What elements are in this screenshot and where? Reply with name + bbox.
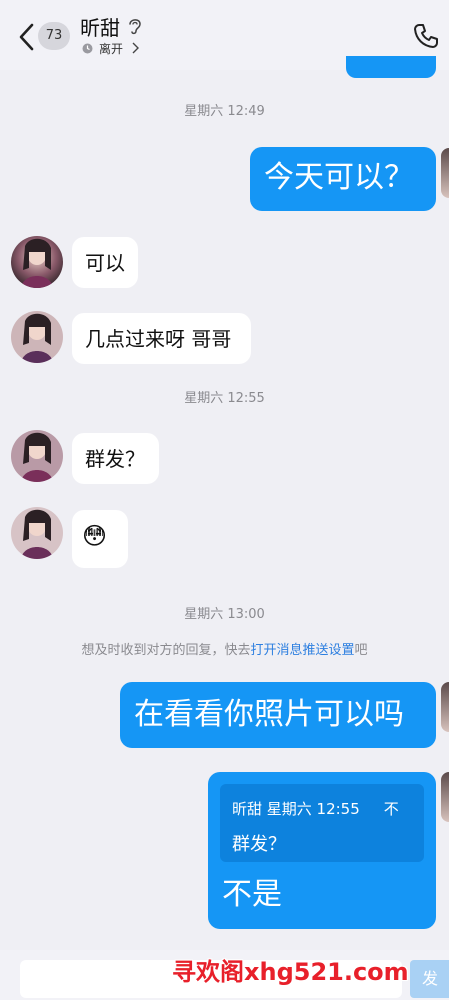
message-text: 今天可以？ — [264, 160, 414, 195]
message-text: 群发？ — [85, 447, 145, 471]
quote-tail: 不 — [383, 800, 399, 818]
push-notice: 想及时收到对方的回复，快去打开消息推送设置吧 — [0, 639, 449, 658]
flushed-emoji-icon: 😳 — [82, 522, 108, 550]
previous-message-bubble — [346, 56, 436, 78]
back-arrow-icon[interactable] — [14, 20, 40, 54]
unread-badge[interactable]: 73 — [38, 22, 70, 50]
chevron-right-icon[interactable] — [131, 42, 139, 54]
status-text: 离开 — [99, 42, 124, 56]
push-settings-link[interactable]: 打开消息推送设置 — [250, 643, 354, 658]
notice-text: 想及时收到对方的回复，快去 — [81, 643, 251, 658]
timestamp: 星期六 12:49 — [184, 104, 265, 119]
contact-avatar[interactable] — [11, 236, 63, 288]
contact-name[interactable]: 昕甜 — [80, 12, 120, 41]
message-text: 可以 — [85, 251, 125, 275]
incoming-message[interactable]: 可以 — [72, 237, 138, 288]
incoming-message[interactable]: 群发？ — [72, 433, 159, 484]
incoming-message[interactable]: 几点过来呀 哥哥 — [72, 313, 251, 364]
outgoing-message[interactable]: 在看看你照片可以吗 — [120, 682, 436, 748]
quote-body: 群发？ — [232, 834, 286, 855]
timestamp: 星期六 13:00 — [184, 607, 265, 622]
contact-avatar[interactable] — [11, 430, 63, 482]
send-button[interactable]: 发 — [410, 960, 449, 998]
timestamp: 星期六 12:55 — [184, 391, 265, 406]
quote-author-time: 昕甜 星期六 12:55 — [232, 800, 360, 818]
chat-header: 73 昕甜 离开 — [0, 0, 449, 78]
contact-avatar[interactable] — [11, 311, 63, 363]
quoted-message[interactable]: 昕甜 星期六 12:55 不 群发？ — [220, 784, 424, 862]
message-text: 不是 — [222, 877, 282, 912]
self-avatar[interactable] — [441, 772, 449, 822]
quote-header: 昕甜 星期六 12:55 不 — [232, 798, 399, 819]
away-status-icon — [82, 43, 93, 54]
self-avatar[interactable] — [441, 148, 449, 198]
phone-call-icon[interactable] — [412, 22, 440, 50]
message-text: 在看看你照片可以吗 — [134, 697, 404, 732]
contact-avatar[interactable] — [11, 507, 63, 559]
outgoing-message[interactable]: 今天可以？ — [250, 147, 436, 211]
notice-suffix: 吧 — [354, 643, 368, 658]
self-avatar[interactable] — [441, 682, 449, 732]
watermark: 寻欢阁xhg521.com — [172, 958, 409, 986]
incoming-message[interactable]: 😳 — [72, 510, 128, 568]
ear-icon — [129, 19, 141, 35]
outgoing-reply-message[interactable]: 昕甜 星期六 12:55 不 群发？ 不是 — [208, 772, 436, 929]
message-text: 几点过来呀 哥哥 — [85, 327, 232, 351]
